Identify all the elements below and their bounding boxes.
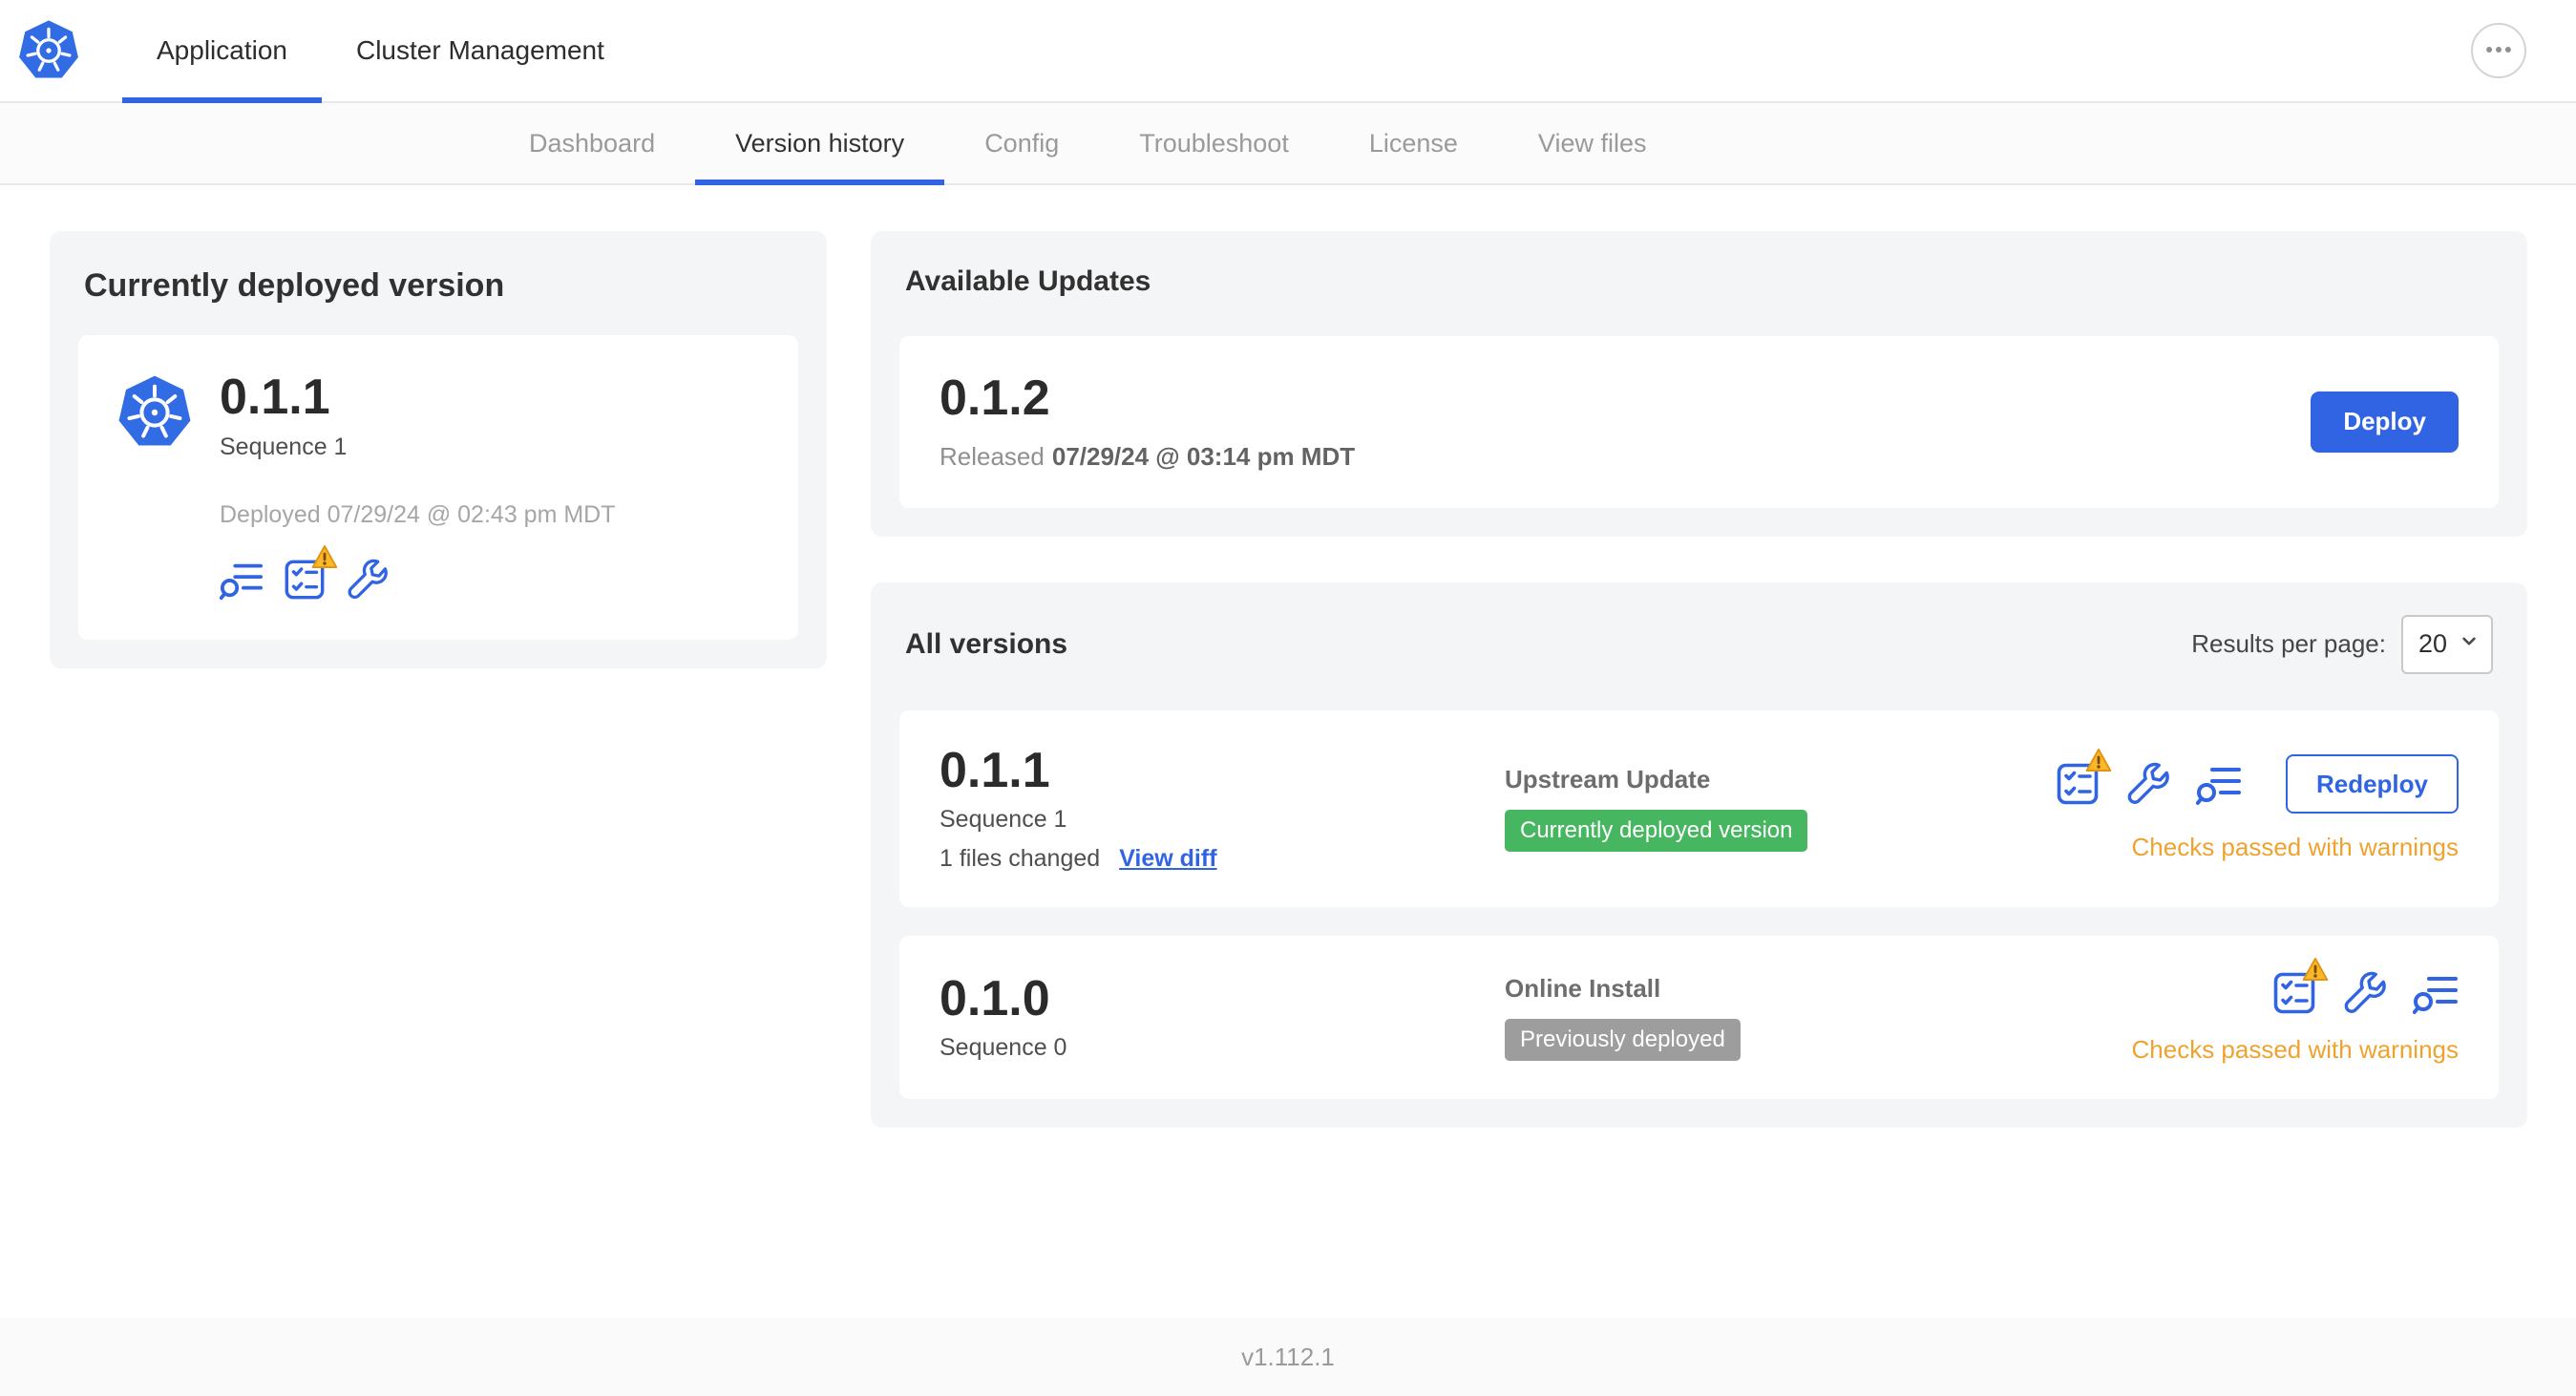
- released-label: Released: [940, 441, 1045, 471]
- version-row-actions: Checks passed with warnings: [2131, 970, 2460, 1065]
- config-wrench-icon[interactable]: [2342, 970, 2388, 1016]
- subtab-troubleshoot[interactable]: Troubleshoot: [1099, 103, 1329, 183]
- top-tabs: Application Cluster Management: [122, 0, 639, 103]
- chevron-down-icon: [2457, 628, 2481, 660]
- subtab-view-files[interactable]: View files: [1498, 103, 1687, 183]
- currently-deployed-card: 0.1.1 Sequence 1 Deployed 07/29/24 @ 02:…: [78, 335, 798, 640]
- app-version-label: v1.112.1: [1241, 1342, 1335, 1371]
- results-per-page: Results per page: 20: [2191, 614, 2493, 674]
- checks-status: Checks passed with warnings: [2131, 833, 2460, 862]
- footer: v1.112.1: [0, 1318, 2576, 1396]
- subtab-license[interactable]: License: [1329, 103, 1498, 183]
- right-column: Available Updates 0.1.2 Released 07/29/24…: [871, 231, 2527, 1129]
- version-row-source: Online Install Previously deployed: [1505, 974, 2103, 1062]
- released-timestamp: Released 07/29/24 @ 03:14 pm MDT: [940, 442, 1355, 472]
- version-row-info: 0.1.0 Sequence 0: [940, 973, 1505, 1063]
- current-version-block: 0.1.1 Sequence 1: [220, 371, 760, 461]
- ellipsis-icon: [2482, 33, 2515, 69]
- row-version-number: 0.1.0: [940, 970, 1050, 1026]
- current-version-sequence: Sequence 1: [220, 433, 348, 460]
- subnav: Dashboard Version history Config Trouble…: [0, 103, 2576, 185]
- available-updates-title: Available Updates: [905, 265, 1151, 297]
- config-wrench-icon[interactable]: [346, 558, 390, 602]
- view-diff-link[interactable]: View diff: [1119, 845, 1216, 873]
- version-row: 0.1.0 Sequence 0 Online Install Previous…: [899, 936, 2499, 1100]
- all-versions-header: All versions Results per page: 20: [905, 614, 2493, 674]
- currently-deployed-title: Currently deployed version: [84, 267, 505, 304]
- current-version-number: 0.1.1: [220, 370, 330, 425]
- row-version-number: 0.1.1: [940, 742, 1050, 798]
- preflight-checks-icon[interactable]: [2271, 970, 2317, 1016]
- version-row: 0.1.1 Sequence 1 1 files changed View di…: [899, 709, 2499, 908]
- version-row-actions: Redeploy Checks passed with warnings: [2055, 754, 2459, 862]
- release-notes-icon[interactable]: [2413, 970, 2459, 1016]
- files-changed-label: 1 files changed: [940, 845, 1101, 873]
- release-notes-icon[interactable]: [2196, 761, 2242, 807]
- row-sequence: Sequence 1: [940, 806, 1067, 834]
- source-label: Online Install: [1505, 974, 1661, 1004]
- results-per-page-label: Results per page:: [2191, 629, 2386, 659]
- kubernetes-app-icon: [116, 371, 220, 461]
- version-row-info: 0.1.1 Sequence 1 1 files changed View di…: [940, 742, 1505, 874]
- preflight-checks-icon[interactable]: [283, 558, 327, 602]
- current-version-actions: [220, 558, 760, 602]
- redeploy-button[interactable]: Redeploy: [2285, 754, 2459, 814]
- deploy-button[interactable]: Deploy: [2311, 391, 2459, 453]
- tab-application[interactable]: Application: [122, 0, 322, 103]
- files-changed-line: 1 files changed View diff: [940, 845, 1505, 873]
- version-row-source: Upstream Update Currently deployed versi…: [1505, 765, 2026, 853]
- status-badge: Currently deployed version: [1505, 810, 1808, 853]
- row-sequence: Sequence 0: [940, 1034, 1067, 1062]
- released-date: 07/29/24 @ 03:14 pm MDT: [1051, 441, 1356, 471]
- status-badge: Previously deployed: [1505, 1019, 1741, 1062]
- tab-cluster-management[interactable]: Cluster Management: [322, 0, 639, 101]
- currently-deployed-section: Currently deployed version 0.1.1 Sequenc…: [50, 231, 827, 668]
- config-wrench-icon[interactable]: [2125, 761, 2171, 807]
- checks-status: Checks passed with warnings: [2131, 1035, 2460, 1065]
- preflight-checks-icon[interactable]: [2055, 761, 2101, 807]
- kubernetes-logo: [0, 0, 80, 101]
- available-updates-section: Available Updates 0.1.2 Released 07/29/24…: [871, 231, 2527, 537]
- subtab-version-history[interactable]: Version history: [695, 103, 945, 185]
- update-info: 0.1.2 Released 07/29/24 @ 03:14 pm MDT: [940, 372, 1355, 472]
- release-notes-icon[interactable]: [220, 558, 264, 602]
- main-content: Currently deployed version 0.1.1 Sequenc…: [0, 185, 2576, 1129]
- source-label: Upstream Update: [1505, 765, 1711, 794]
- results-per-page-value: 20: [2418, 629, 2448, 659]
- all-versions-section: All versions Results per page: 20 0.1.1 …: [871, 582, 2527, 1129]
- more-menu-button[interactable]: [2471, 23, 2526, 78]
- all-versions-title: All versions: [905, 627, 1068, 660]
- results-per-page-select[interactable]: 20: [2401, 614, 2493, 674]
- topbar: Application Cluster Management: [0, 0, 2576, 103]
- update-version-number: 0.1.2: [940, 370, 1050, 426]
- available-update-card: 0.1.2 Released 07/29/24 @ 03:14 pm MDT De…: [899, 336, 2499, 508]
- subtab-config[interactable]: Config: [944, 103, 1099, 183]
- deployed-timestamp: Deployed 07/29/24 @ 02:43 pm MDT: [220, 500, 616, 528]
- subtab-dashboard[interactable]: Dashboard: [489, 103, 695, 183]
